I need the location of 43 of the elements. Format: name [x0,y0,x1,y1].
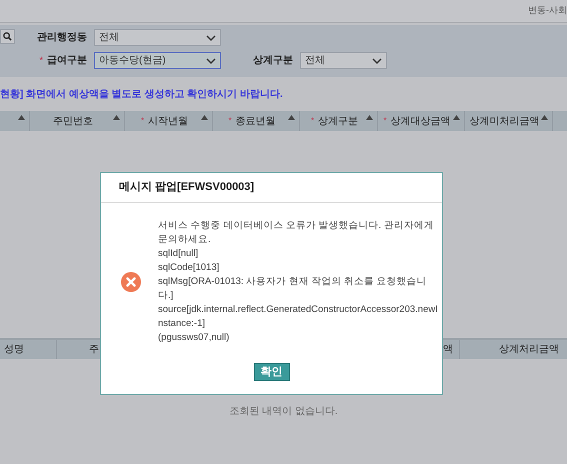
column-header: 액 [443,343,453,357]
breadcrumb: 변동-사회 [528,4,567,18]
required-mark: * [383,115,387,127]
error-icon [121,272,141,292]
sort-up-icon [18,115,25,120]
required-mark: * [310,115,314,127]
field-label: 관리행정동 [37,31,87,45]
field-label: 상계구분 [253,54,293,68]
message-text: sqlCode[1013] [158,261,220,275]
column-header[interactable]: * 시작년월 [125,111,213,131]
column-header[interactable]: 상계처리금액 [460,340,567,359]
sort-up-icon [201,115,208,120]
required-mark: * [140,115,144,127]
column-header[interactable]: 성명 [0,340,57,359]
sort-up-icon [541,115,548,120]
select-field[interactable]: 아동수당(현금) [94,52,221,69]
column-header[interactable]: * 종료년월 [213,111,300,131]
field-label: 급여구분 [47,54,87,68]
column-header[interactable]: 주민번호 [30,111,125,131]
notice-text: 현황] 화면에서 예상액을 별도로 생성하고 확인하시기 바랍니다. [0,88,283,102]
message-text: sqlId[null] [158,247,200,261]
column-header[interactable]: * 상계대상금액 [378,111,465,131]
column-header: 주 [89,343,99,357]
search-button[interactable] [0,29,15,44]
dialog-title: 메시지 팝업[EFWSV00003] [119,180,254,196]
chevron-down-icon [206,34,216,40]
required-mark: * [228,115,232,127]
search-icon [3,32,12,41]
select-field[interactable]: 전체 [300,52,387,69]
chevron-down-icon [206,58,216,64]
empty-message: 조회된 내역이 없습니다. [229,405,338,419]
message-text: (pgussws07,null) [158,331,230,345]
message-text: source[jdk.internal.reflect.GeneratedConstructorAccessor203.newInstance:-1] [158,303,438,331]
chevron-down-icon [372,58,382,64]
column-header[interactable]: 상계미처리금액 [465,111,553,131]
sort-up-icon [366,115,373,120]
sort-up-icon [453,115,460,120]
select-field[interactable]: 전체 [94,29,221,46]
message-text: 서비스 수행중 데이터베이스 오류가 발생했습니다. 관리자에게 문의하세요. [158,219,435,247]
sort-up-icon [113,115,120,120]
sort-up-icon [288,115,295,120]
column-header[interactable]: * 상계구분 [300,111,378,131]
required-mark: * [39,54,43,67]
